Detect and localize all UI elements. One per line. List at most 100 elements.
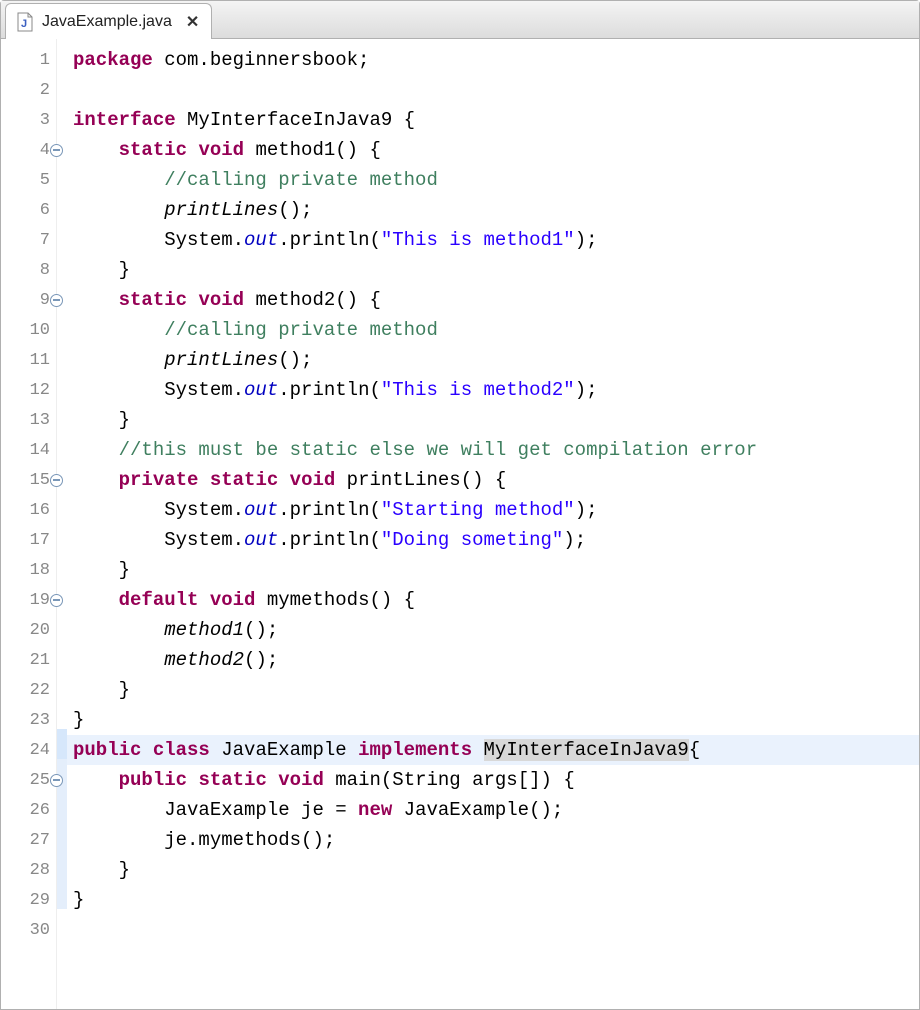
line-number[interactable]: 9 [1,285,56,315]
code-line[interactable]: } [67,555,919,585]
code-line[interactable]: method1(); [67,615,919,645]
code-line[interactable]: } [67,255,919,285]
code-line[interactable] [67,75,919,105]
token-plain: System. [73,529,244,551]
code-line[interactable]: } [67,855,919,885]
token-plain: System. [73,379,244,401]
line-number[interactable]: 10 [1,315,56,345]
line-number[interactable]: 20 [1,615,56,645]
code-line[interactable]: method2(); [67,645,919,675]
token-str: "This is method1" [381,229,575,251]
fold-toggle-icon[interactable] [50,294,63,307]
code-line[interactable]: JavaExample je = new JavaExample(); [67,795,919,825]
code-line[interactable]: default void mymethods() { [67,585,919,615]
token-plain: method2() { [244,289,381,311]
token-plain: MyInterfaceInJava9 { [176,109,415,131]
line-number[interactable]: 7 [1,225,56,255]
code-line[interactable]: } [67,705,919,735]
line-number[interactable]: 2 [1,75,56,105]
line-number[interactable]: 28 [1,855,56,885]
line-number[interactable]: 30 [1,915,56,945]
token-plain: .println( [278,229,381,251]
code-line[interactable]: } [67,675,919,705]
token-plain [267,769,278,791]
token-plain [73,769,119,791]
token-kw: private [119,469,199,491]
line-number[interactable]: 25 [1,765,56,795]
line-number[interactable]: 1 [1,45,56,75]
code-area[interactable]: package com.beginnersbook; interface MyIn… [67,39,919,1009]
code-line[interactable]: printLines(); [67,345,919,375]
token-mtd-i: method1 [164,619,244,641]
token-kw: static [119,289,187,311]
code-line[interactable]: //this must be static else we will get c… [67,435,919,465]
code-line[interactable]: //calling private method [67,315,919,345]
code-line[interactable]: static void method1() { [67,135,919,165]
token-plain: .println( [278,499,381,521]
token-plain [73,289,119,311]
token-plain: je.mymethods(); [73,829,335,851]
token-plain: JavaExample(); [392,799,563,821]
line-number[interactable]: 24 [1,735,56,765]
line-number[interactable]: 16 [1,495,56,525]
line-number[interactable]: 26 [1,795,56,825]
code-editor[interactable]: 1234567891011121314151617181920212223242… [1,39,919,1009]
line-number[interactable]: 29 [1,885,56,915]
code-line[interactable]: System.out.println("This is method1"); [67,225,919,255]
token-plain [73,319,164,341]
token-cm: //calling private method [164,169,438,191]
fold-toggle-icon[interactable] [50,144,63,157]
token-kw: void [290,469,336,491]
line-number-gutter[interactable]: 1234567891011121314151617181920212223242… [1,39,57,1009]
token-kw: interface [73,109,176,131]
token-kw: class [153,739,210,761]
line-number[interactable]: 4 [1,135,56,165]
code-line[interactable]: System.out.println("Starting method"); [67,495,919,525]
line-number[interactable]: 12 [1,375,56,405]
fold-toggle-icon[interactable] [50,474,63,487]
code-line[interactable]: public class JavaExample implements MyIn… [67,735,919,765]
line-number[interactable]: 21 [1,645,56,675]
code-line[interactable]: System.out.println("This is method2"); [67,375,919,405]
line-number[interactable]: 15 [1,465,56,495]
token-kw: package [73,49,153,71]
token-plain: JavaExample [210,739,358,761]
token-plain [73,589,119,611]
code-line[interactable]: je.mymethods(); [67,825,919,855]
line-number[interactable]: 14 [1,435,56,465]
code-line[interactable]: package com.beginnersbook; [67,45,919,75]
code-line[interactable]: } [67,405,919,435]
close-icon[interactable]: ✕ [186,12,199,32]
token-plain: .println( [278,529,381,551]
code-line[interactable]: interface MyInterfaceInJava9 { [67,105,919,135]
line-number[interactable]: 11 [1,345,56,375]
line-number[interactable]: 6 [1,195,56,225]
line-number[interactable]: 18 [1,555,56,585]
token-plain [278,469,289,491]
line-number[interactable]: 17 [1,525,56,555]
line-number[interactable]: 3 [1,105,56,135]
code-line[interactable] [67,915,919,945]
code-line[interactable]: printLines(); [67,195,919,225]
code-line[interactable]: private static void printLines() { [67,465,919,495]
line-number[interactable]: 22 [1,675,56,705]
code-line[interactable]: System.out.println("Doing someting"); [67,525,919,555]
fold-toggle-icon[interactable] [50,594,63,607]
editor-tab[interactable]: J JavaExample.java ✕ [5,3,212,39]
token-plain: } [73,709,84,731]
line-number[interactable]: 27 [1,825,56,855]
code-line[interactable]: public static void main(String args[]) { [67,765,919,795]
code-line[interactable]: static void method2() { [67,285,919,315]
code-line[interactable]: } [67,885,919,915]
line-number[interactable]: 5 [1,165,56,195]
highlight-margin [57,39,67,1009]
token-str: "This is method2" [381,379,575,401]
token-kw: public [119,769,187,791]
token-plain: ); [575,379,598,401]
code-line[interactable]: //calling private method [67,165,919,195]
line-number[interactable]: 8 [1,255,56,285]
line-number[interactable]: 19 [1,585,56,615]
fold-toggle-icon[interactable] [50,774,63,787]
line-number[interactable]: 23 [1,705,56,735]
line-number[interactable]: 13 [1,405,56,435]
